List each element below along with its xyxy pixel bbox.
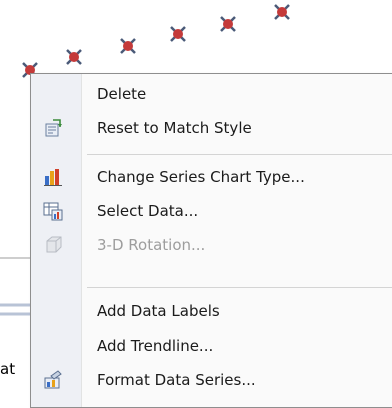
menu-item-label: Delete xyxy=(97,85,147,103)
menu-item-3d-rotation[interactable]: 3-D Rotation... xyxy=(31,229,392,261)
data-marker xyxy=(170,26,186,42)
menu-item-delete[interactable]: Delete xyxy=(31,78,392,110)
data-marker xyxy=(220,16,236,32)
menu-item-label: 3-D Rotation... xyxy=(97,236,206,254)
3d-rotation-icon xyxy=(43,235,63,255)
select-data-icon xyxy=(43,201,63,221)
menu-separator xyxy=(87,154,392,155)
menu-separator xyxy=(87,287,392,288)
format-series-icon xyxy=(43,370,63,390)
data-marker xyxy=(274,4,290,20)
menu-item-label: Add Trendline... xyxy=(97,337,214,355)
context-menu: Delete Reset to Match Style Change Serie… xyxy=(30,73,392,408)
chart-type-icon xyxy=(43,167,63,187)
menu-item-label: Select Data... xyxy=(97,202,199,220)
menu-item-add-data-labels[interactable]: Add Data Labels xyxy=(31,295,392,327)
series-markers[interactable] xyxy=(22,4,290,78)
menu-item-format-data-series[interactable]: Format Data Series... xyxy=(31,364,392,396)
menu-item-select-data[interactable]: Select Data... xyxy=(31,195,392,227)
menu-item-reset-to-match-style[interactable]: Reset to Match Style xyxy=(31,112,392,144)
menu-item-label: Reset to Match Style xyxy=(97,119,252,137)
data-marker xyxy=(66,49,82,65)
menu-item-label: Format Data Series... xyxy=(97,371,256,389)
menu-item-change-series-chart-type[interactable]: Change Series Chart Type... xyxy=(31,161,392,193)
menu-item-add-trendline[interactable]: Add Trendline... xyxy=(31,330,392,362)
menu-item-label: Add Data Labels xyxy=(97,302,220,320)
menu-item-label: Change Series Chart Type... xyxy=(97,168,305,186)
background-text-fragment: at xyxy=(0,360,16,378)
data-marker xyxy=(120,38,136,54)
reset-style-icon xyxy=(43,118,63,138)
